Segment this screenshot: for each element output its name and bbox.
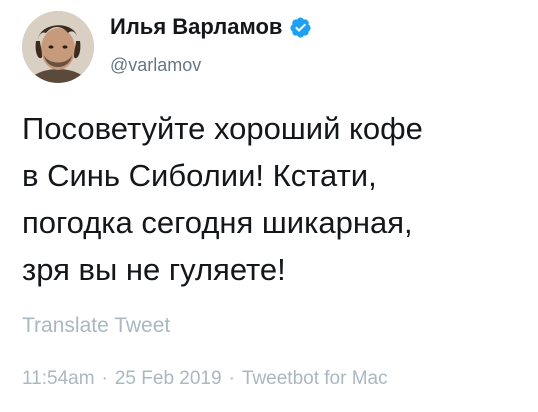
tweet-time[interactable]: 11:54am <box>22 368 95 389</box>
tweet-text: Посоветуйте хороший кофе в Синь Сиболии!… <box>22 105 522 293</box>
tweet-card: Илья Варламов @varlamov Посоветуйте хоро… <box>0 0 538 412</box>
tweet-text-line: погодка сегодня шикарная, <box>22 205 413 240</box>
avatar[interactable] <box>22 11 94 83</box>
meta-separator: · <box>101 368 108 389</box>
author-handle[interactable]: @varlamov <box>110 55 201 76</box>
author-name-text[interactable]: Илья Варламов <box>110 14 282 40</box>
tweet-date[interactable]: 25 Feb 2019 <box>115 368 222 389</box>
tweet-text-line: Посоветуйте хороший кофе <box>22 111 423 146</box>
tweet-source[interactable]: Tweetbot for Mac <box>242 368 388 389</box>
avatar-photo <box>22 11 94 83</box>
tweet-text-line: зря вы не гуляете! <box>22 252 286 287</box>
verified-badge-icon <box>289 16 312 39</box>
tweet-text-line: в Синь Сиболии! Кстати, <box>22 158 377 193</box>
author-name[interactable]: Илья Варламов <box>110 14 312 40</box>
translate-tweet-link[interactable]: Translate Tweet <box>22 314 170 338</box>
tweet-metadata: 11:54am · 25 Feb 2019 · Tweetbot for Mac <box>22 368 388 390</box>
meta-separator: · <box>228 368 235 389</box>
